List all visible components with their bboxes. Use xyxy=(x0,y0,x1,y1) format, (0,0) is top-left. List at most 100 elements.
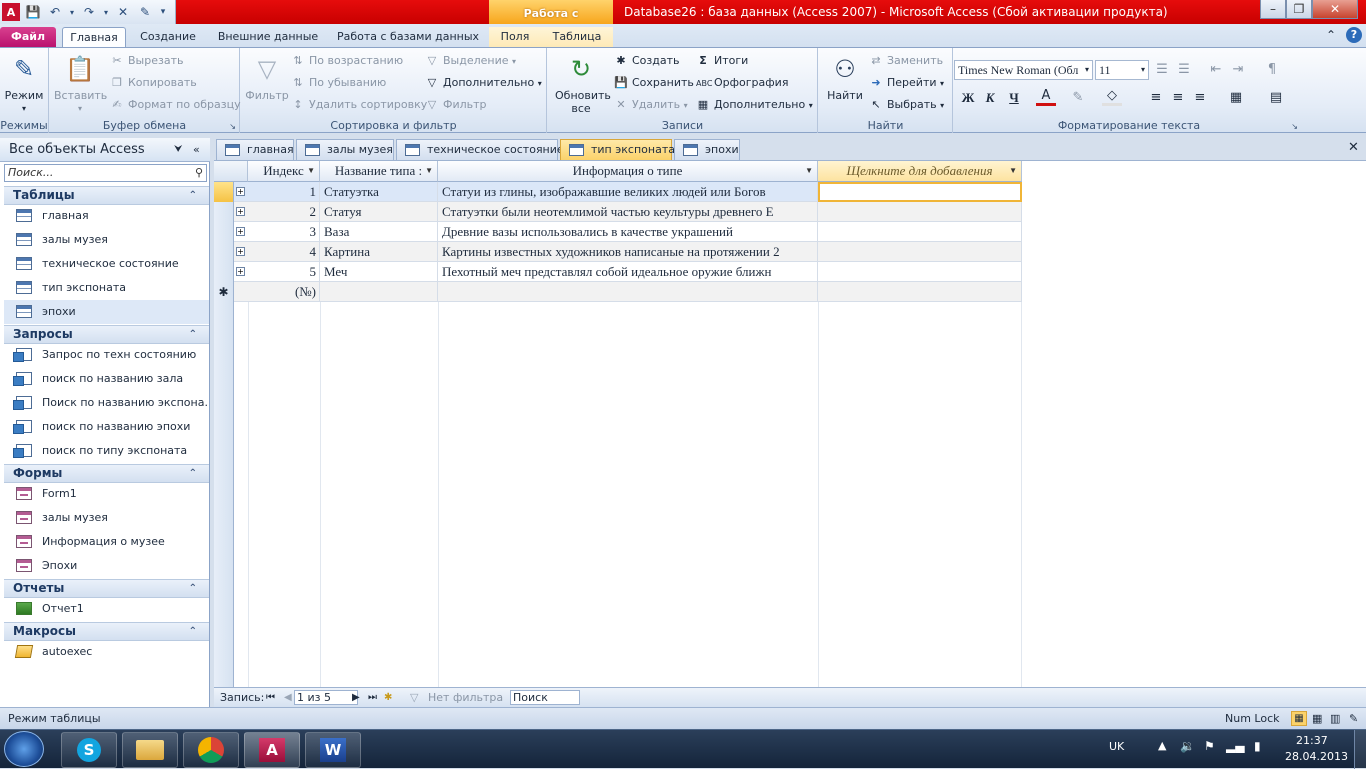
nav-item-table[interactable]: главная xyxy=(4,204,209,228)
cell-type-name[interactable]: Меч xyxy=(320,262,438,282)
access-app[interactable]: A xyxy=(244,732,300,768)
new-record-nav-icon[interactable]: ✱ xyxy=(384,688,392,708)
table-row[interactable]: + 1 Статуэтка Статуи из глины, изображав… xyxy=(214,182,1022,202)
design-view-icon[interactable]: ✎ xyxy=(1349,708,1358,729)
expand-icon[interactable]: + xyxy=(236,207,245,216)
new-record-button[interactable]: ✱ Создать xyxy=(614,51,679,71)
paragraph-icon[interactable]: ¶ xyxy=(1262,60,1282,80)
align-left-icon[interactable]: ≡ xyxy=(1146,88,1166,108)
delete-record-button[interactable]: ✕ Удалить ▾ xyxy=(614,95,687,115)
cell-index[interactable]: 5 xyxy=(248,262,320,282)
edit-icon[interactable]: ✎ xyxy=(136,3,154,21)
cell-type-info[interactable]: Картины известных художников написаные н… xyxy=(438,242,818,262)
cell-add-field[interactable] xyxy=(818,242,1022,262)
cell-add-field[interactable] xyxy=(818,222,1022,242)
new-record-row[interactable]: ✱ (№) xyxy=(214,282,1022,302)
select-button[interactable]: ↖ Выбрать ▾ xyxy=(869,95,944,115)
doc-tab[interactable]: главная xyxy=(216,139,294,160)
table-row[interactable]: + 5 Меч Пехотный меч представлял собой и… xyxy=(214,262,1022,282)
table-row[interactable]: + 2 Статуя Статуэтки были неотемлимой ча… xyxy=(214,202,1022,222)
align-center-icon[interactable]: ≡ xyxy=(1168,88,1188,108)
new-record-icon[interactable]: ✱ xyxy=(214,282,234,302)
redo-dropdown-icon[interactable]: ▾ xyxy=(102,3,110,21)
column-header[interactable]: Название типа : ▼ xyxy=(320,161,438,182)
tab-fields[interactable]: Поля xyxy=(489,27,541,48)
column-header[interactable]: Индекс ▼ xyxy=(248,161,320,182)
word-app[interactable]: W xyxy=(305,732,361,768)
row-selector[interactable] xyxy=(214,262,234,282)
nav-pane-header[interactable]: Все объекты Access ⮟ « xyxy=(0,138,210,162)
nav-menu-dropdown-icon[interactable]: ⮟ xyxy=(174,138,183,162)
datasheet-view-icon[interactable]: ▦ xyxy=(1291,711,1307,726)
nav-item-form[interactable]: залы музея xyxy=(4,506,209,530)
column-header[interactable]: Информация о типе ▼ xyxy=(438,161,818,182)
last-record-icon[interactable]: ⏭ xyxy=(368,688,377,708)
expand-icon[interactable]: + xyxy=(236,187,245,196)
cell-type-info[interactable] xyxy=(438,282,818,302)
spelling-button[interactable]: ABC Орфография xyxy=(696,73,788,93)
cell-index[interactable]: 2 xyxy=(248,202,320,222)
underline-button[interactable]: Ч xyxy=(1004,88,1024,108)
cell-add-field[interactable] xyxy=(818,202,1022,222)
minimize-button[interactable]: – xyxy=(1260,0,1286,19)
expand-icon[interactable]: + xyxy=(236,267,245,276)
cut-button[interactable]: ✂ Вырезать xyxy=(110,51,183,71)
redo-icon[interactable]: ↷ xyxy=(80,3,98,21)
tab-external-data[interactable]: Внешние данные xyxy=(210,27,326,48)
nav-item-form[interactable]: Form1 xyxy=(4,482,209,506)
copy-button[interactable]: ❐ Копировать xyxy=(110,73,197,93)
undo-dropdown-icon[interactable]: ▾ xyxy=(68,3,76,21)
increase-indent-icon[interactable]: ⇥ xyxy=(1228,60,1248,80)
save-record-button[interactable]: 💾 Сохранить xyxy=(614,73,694,93)
cell-index[interactable]: 1 xyxy=(248,182,320,202)
tab-database-tools[interactable]: Работа с базами данных xyxy=(332,27,484,48)
row-selector[interactable] xyxy=(214,222,234,242)
cell-type-name[interactable]: Картина xyxy=(320,242,438,262)
view-mode-button[interactable]: ✎ Режим ▾ xyxy=(3,52,45,115)
more-records-button[interactable]: ▦ Дополнительно ▾ xyxy=(696,95,813,115)
show-desktop-button[interactable] xyxy=(1354,730,1366,769)
nav-section-tables[interactable]: Таблицы ⌃ xyxy=(4,186,209,205)
nav-item-macro[interactable]: autoexec xyxy=(4,640,209,664)
advanced-filter-button[interactable]: ▽ Дополнительно ▾ xyxy=(425,73,542,93)
italic-button[interactable]: К xyxy=(980,88,1000,108)
nav-item-table[interactable]: залы музея xyxy=(4,228,209,252)
table-row[interactable]: + 4 Картина Картины известных художников… xyxy=(214,242,1022,262)
cell-add-field[interactable] xyxy=(818,182,1022,202)
nav-section-queries[interactable]: Запросы ⌃ xyxy=(4,325,209,344)
cell-index-new[interactable]: (№) xyxy=(248,282,320,302)
dialog-launcher-icon[interactable]: ↘ xyxy=(229,122,236,131)
filter-status[interactable]: Нет фильтра xyxy=(428,688,503,708)
tab-create[interactable]: Создание xyxy=(132,27,204,48)
doc-tab-active[interactable]: тип экспоната xyxy=(560,139,675,160)
add-column-header[interactable]: Щелкните для добавления ▼ xyxy=(818,161,1022,182)
row-selector[interactable] xyxy=(214,242,234,262)
selection-button[interactable]: ▽ Выделение ▾ xyxy=(425,51,516,71)
language-indicator[interactable]: UK xyxy=(1109,740,1124,753)
doc-tab[interactable]: залы музея xyxy=(296,139,394,160)
access-app-icon[interactable]: A xyxy=(2,3,20,21)
gridlines-icon[interactable]: ▦ xyxy=(1226,88,1246,108)
font-select[interactable]: Times New Roman (Обл ▾ xyxy=(954,60,1093,80)
nav-item-form[interactable]: Эпохи xyxy=(4,554,209,578)
nav-section-reports[interactable]: Отчеты ⌃ xyxy=(4,579,209,598)
pivot-chart-view-icon[interactable]: ▥ xyxy=(1330,708,1340,729)
undo-icon[interactable]: ↶ xyxy=(46,3,64,21)
volume-icon[interactable]: 🔉 xyxy=(1180,739,1195,753)
battery-icon[interactable]: ▮ xyxy=(1254,739,1261,753)
cell-add-field[interactable] xyxy=(818,282,1022,302)
select-all-corner[interactable] xyxy=(214,161,248,182)
goto-button[interactable]: ➜ Перейти ▾ xyxy=(869,73,944,93)
nav-item-query[interactable]: поиск по названию эпохи xyxy=(4,415,209,439)
filter-button[interactable]: ▽ Фильтр xyxy=(245,52,289,103)
font-size-select[interactable]: 11 ▾ xyxy=(1095,60,1149,80)
maximize-button[interactable]: ❐ xyxy=(1286,0,1312,19)
save-icon[interactable]: 💾 xyxy=(24,3,42,21)
next-record-icon[interactable]: ▶ xyxy=(352,688,360,708)
cell-add-field[interactable] xyxy=(818,262,1022,282)
nav-item-query[interactable]: поиск по типу экспоната xyxy=(4,439,209,463)
nav-item-query[interactable]: поиск по названию зала xyxy=(4,367,209,391)
bold-button[interactable]: Ж xyxy=(958,88,978,108)
row-selector[interactable] xyxy=(214,202,234,222)
cell-type-info[interactable]: Статуэтки были неотемлимой частью кеульт… xyxy=(438,202,818,222)
